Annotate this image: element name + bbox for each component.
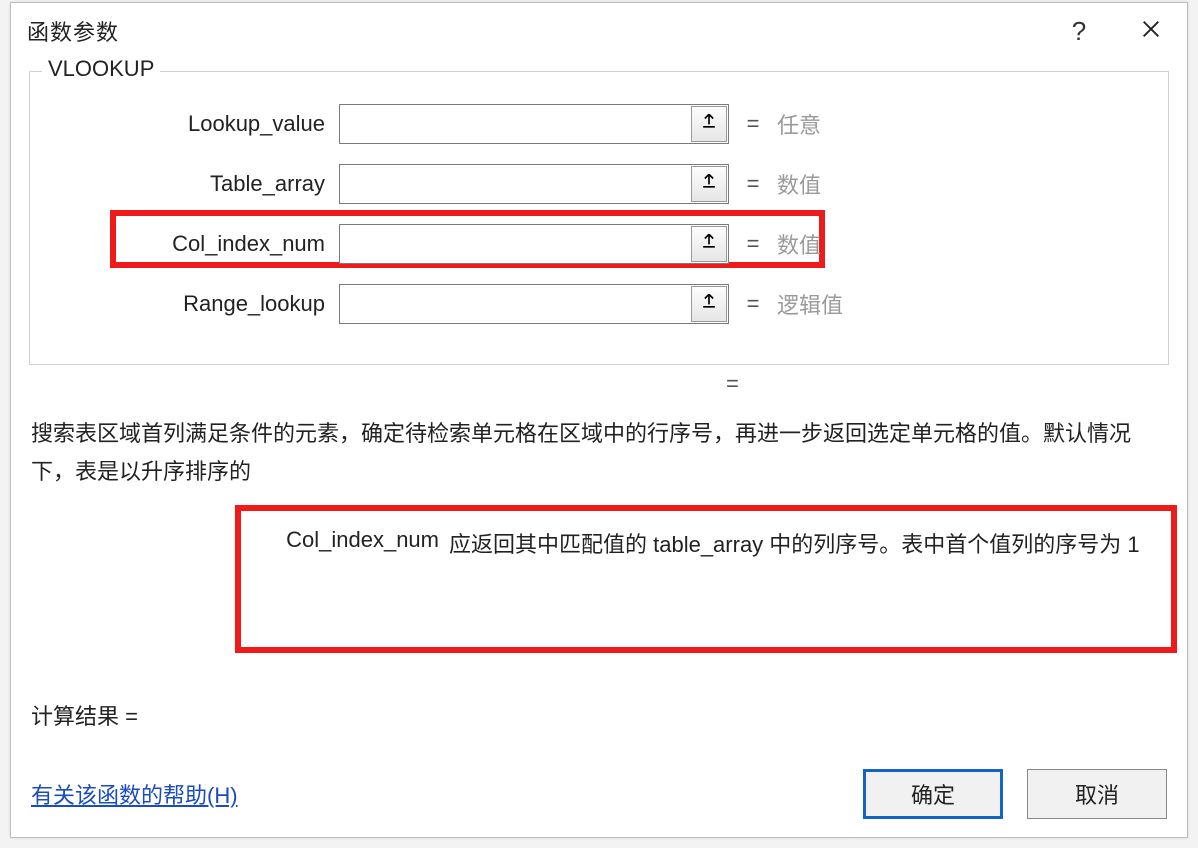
active-arg-description-box: Col_index_num 应返回其中匹配值的 table_array 中的列序…: [235, 505, 1177, 653]
collapse-dialog-button[interactable]: [691, 106, 727, 142]
function-result-preview: =: [11, 371, 1187, 397]
active-arg-name: Col_index_num: [259, 527, 449, 563]
table-array-input[interactable]: [340, 165, 690, 203]
arg-type-hint: 任意: [777, 108, 821, 140]
equals-sign: =: [729, 171, 777, 197]
cancel-button[interactable]: 取消: [1027, 769, 1167, 819]
arg-row-lookup-value: Lookup_value = 任意: [54, 94, 1144, 154]
collapse-dialog-button[interactable]: [691, 166, 727, 202]
active-arg-description: 应返回其中匹配值的 table_array 中的列序号。表中首个值列的序号为 1: [449, 527, 1153, 563]
range-select-icon: [699, 111, 719, 137]
cancel-button-label: 取消: [1075, 778, 1119, 810]
calc-result-row: 计算结果 =: [31, 699, 1167, 731]
description-block: 搜索表区域首列满足条件的元素，确定待检索单元格在区域中的行序号，再进一步返回选定…: [21, 409, 1177, 503]
arg-label: Lookup_value: [54, 111, 339, 137]
ok-button-label: 确定: [911, 778, 955, 810]
arg-type-hint: 数值: [777, 228, 821, 260]
calc-result-label: 计算结果 =: [31, 704, 138, 729]
collapse-dialog-button[interactable]: [691, 226, 727, 262]
col-index-num-input[interactable]: [340, 225, 690, 263]
arg-row-range-lookup: Range_lookup = 逻辑值: [54, 274, 1144, 334]
arg-input-wrap: [339, 164, 729, 204]
dialog-footer: 有关该函数的帮助(H) 确定 取消: [11, 769, 1187, 819]
arg-label: Table_array: [54, 171, 339, 197]
function-description: 搜索表区域首列满足条件的元素，确定待检索单元格在区域中的行序号，再进一步返回选定…: [31, 415, 1167, 491]
arg-label: Range_lookup: [54, 291, 339, 317]
function-name-label: VLOOKUP: [42, 56, 160, 82]
titlebar: 函数参数 ?: [11, 3, 1187, 59]
lookup-value-input[interactable]: [340, 105, 690, 143]
help-icon: ?: [1072, 16, 1086, 47]
close-icon: [1140, 16, 1162, 47]
arg-input-wrap: [339, 104, 729, 144]
arg-type-hint: 数值: [777, 168, 821, 200]
arg-label: Col_index_num: [54, 231, 339, 257]
dialog-title: 函数参数: [27, 15, 119, 47]
help-button[interactable]: ?: [1043, 3, 1115, 59]
arg-input-wrap: [339, 284, 729, 324]
range-select-icon: [699, 231, 719, 257]
arg-row-col-index-num: Col_index_num = 数值: [54, 214, 1144, 274]
equals-sign: =: [729, 291, 777, 317]
equals-sign: =: [729, 111, 777, 137]
close-button[interactable]: [1115, 3, 1187, 59]
range-select-icon: [699, 171, 719, 197]
range-lookup-input[interactable]: [340, 285, 690, 323]
range-select-icon: [699, 291, 719, 317]
function-help-link[interactable]: 有关该函数的帮助(H): [31, 778, 238, 810]
ok-button[interactable]: 确定: [863, 769, 1003, 819]
function-arguments-dialog: 函数参数 ? VLOOKUP Lookup_value: [10, 2, 1188, 838]
equals-sign: =: [729, 231, 777, 257]
titlebar-buttons: ?: [1043, 3, 1187, 59]
arg-input-wrap: [339, 224, 729, 264]
active-arg-description-row: Col_index_num 应返回其中匹配值的 table_array 中的列序…: [259, 527, 1153, 563]
collapse-dialog-button[interactable]: [691, 286, 727, 322]
arg-row-table-array: Table_array = 数值: [54, 154, 1144, 214]
arg-type-hint: 逻辑值: [777, 288, 843, 320]
function-fieldset: VLOOKUP Lookup_value = 任意 Table_array: [29, 71, 1169, 365]
